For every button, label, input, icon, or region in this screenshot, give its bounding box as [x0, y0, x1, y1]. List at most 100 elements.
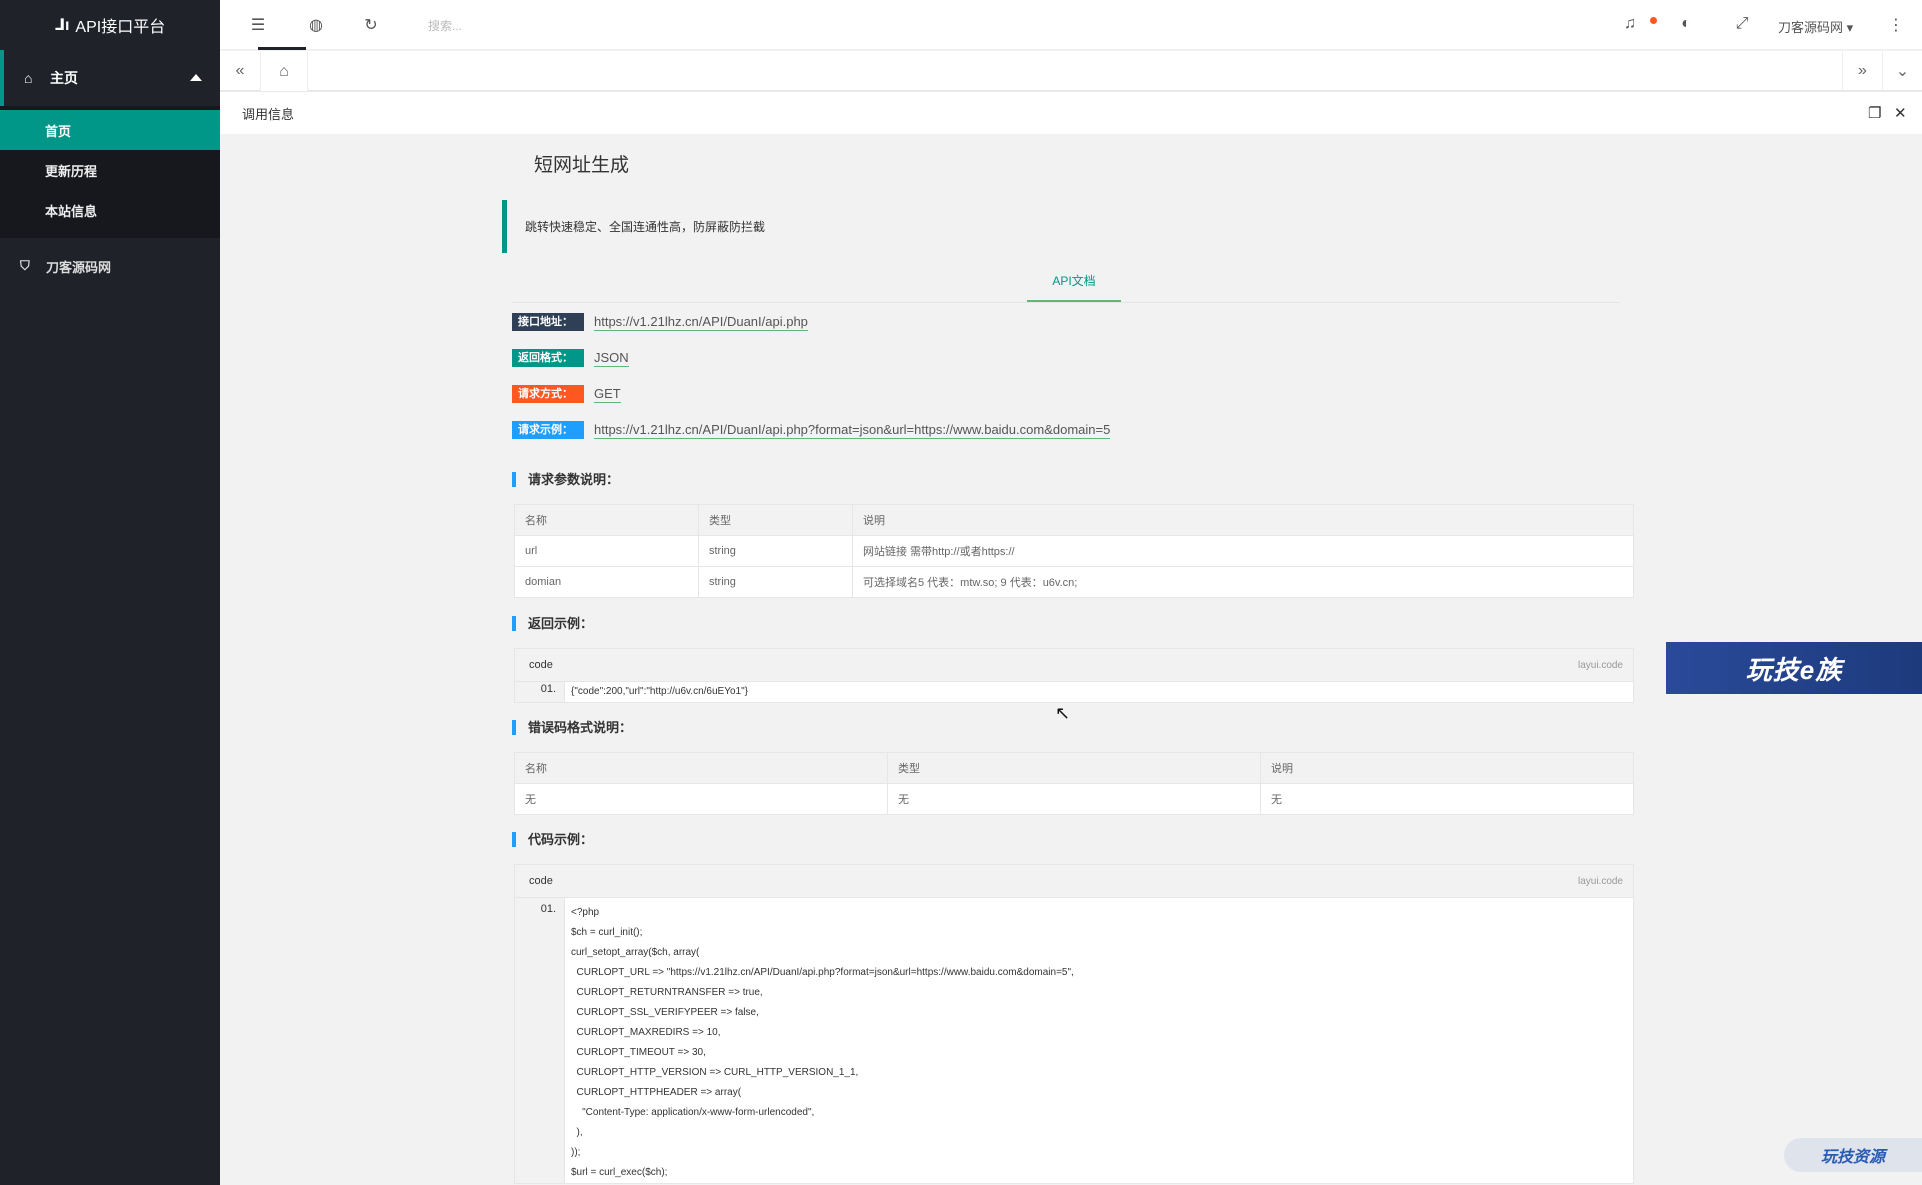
example-badge: 请求示例：: [512, 421, 584, 439]
table-header: 说明: [1260, 752, 1634, 784]
params-table: 名称 类型 说明 url string 网站链接 需带http://或者http…: [514, 504, 1634, 598]
user-menu[interactable]: 刀客源码网 ▾: [1778, 17, 1853, 36]
header-active-indicator: [258, 47, 306, 50]
promo-banner[interactable]: 玩技e族: [1666, 642, 1922, 694]
bell-icon[interactable]: ♫: [1620, 15, 1640, 33]
sidebar: ⅃ı API接口平台 ⌂ 主页 首页 更新历程 本站信息 ⛉ 刀客源码网: [0, 0, 220, 1185]
globe-icon[interactable]: ◍: [306, 15, 326, 35]
code-line: <?php: [571, 907, 600, 918]
method-badge: 请求方式：: [512, 385, 584, 403]
table-row: url string 网站链接 需带http://或者https://: [514, 535, 1634, 567]
tabs-scroll-right-icon[interactable]: »: [1842, 51, 1882, 91]
code-line: {"code":200,"url":"http://u6v.cn/6uEYo1"…: [571, 686, 748, 697]
mouse-cursor-icon: ↖: [1055, 703, 1071, 723]
api-description: 跳转快速稳定、全国连通性高，防屏蔽防拦截: [502, 200, 1620, 253]
code-lines: {"code":200,"url":"http://u6v.cn/6uEYo1"…: [565, 682, 748, 702]
code-label: code: [529, 875, 553, 887]
section-params: 请求参数说明：: [512, 472, 619, 487]
code-line: $ch = curl_init();: [571, 927, 643, 938]
endpoint-badge: 接口地址：: [512, 313, 584, 331]
table-cell: 无: [514, 783, 888, 815]
panel-header: 调用信息 ❐ ✕: [220, 92, 1922, 134]
example-link[interactable]: https://v1.21lhz.cn/API/DuanI/api.php?fo…: [594, 422, 1111, 439]
tab-api-doc[interactable]: API文档: [1027, 266, 1121, 302]
shield-icon: ⛉: [20, 258, 30, 273]
sidebar-item-changelog[interactable]: 更新历程: [0, 150, 220, 190]
table-cell: string: [698, 535, 853, 567]
code-line: CURLOPT_HTTPHEADER => array(: [571, 1087, 742, 1098]
tabs-dropdown-icon[interactable]: ⌄: [1882, 51, 1922, 91]
tabs-scroll-left-icon[interactable]: «: [220, 51, 260, 91]
code-line: CURLOPT_RETURNTRANSFER => true,: [571, 987, 763, 998]
table-row: domian string 可选择域名5 代表：mtw.so; 9 代表：u6v…: [514, 566, 1634, 598]
code-header: code layui.code: [515, 649, 1633, 682]
sidebar-item-label: 首页: [45, 123, 72, 139]
search-input[interactable]: 搜索...: [428, 17, 462, 34]
description-text: 跳转快速稳定、全国连通性高，防屏蔽防拦截: [525, 220, 766, 234]
code-line: CURLOPT_SSL_VERIFYPEER => false,: [571, 1007, 759, 1018]
code-line: CURLOPT_MAXREDIRS => 10,: [571, 1027, 721, 1038]
code-lang: layui.code: [1577, 660, 1623, 671]
code-line: ),: [571, 1127, 583, 1138]
info-example: 请求示例： https://v1.21lhz.cn/API/DuanI/api.…: [512, 421, 1111, 439]
nav-home-label: 主页: [50, 70, 78, 86]
code-line: CURLOPT_URL => "https://v1.21lhz.cn/API/…: [571, 967, 1074, 978]
section-errors: 错误码格式说明：: [512, 720, 632, 735]
sidebar-item-label: 刀客源码网: [46, 259, 112, 275]
code-body: 01. <?php $ch = curl_init(); curl_setopt…: [515, 898, 1633, 1183]
table-cell: 无: [887, 783, 1261, 815]
close-icon[interactable]: ✕: [1894, 104, 1907, 122]
section-return: 返回示例：: [512, 616, 593, 631]
user-name: 刀客源码网: [1778, 20, 1844, 35]
menu-collapse-icon[interactable]: ☰: [248, 15, 268, 35]
table-cell: string: [698, 566, 853, 598]
home-icon: ⌂: [24, 70, 33, 86]
code-line: curl_setopt_array($ch, array(: [571, 947, 700, 958]
theme-icon[interactable]: ◐: [1676, 15, 1696, 33]
caret-up-icon: [190, 74, 202, 81]
sidebar-item-home[interactable]: 首页: [0, 110, 220, 150]
tab-home[interactable]: ⌂: [260, 51, 308, 91]
logo-icon: ⅃ı: [54, 17, 70, 34]
table-cell: 网站链接 需带http://或者https://: [852, 535, 1634, 567]
sidebar-item-label: 更新历程: [45, 163, 98, 179]
code-line: CURLOPT_TIMEOUT => 30,: [571, 1047, 706, 1058]
table-header: 名称: [514, 504, 699, 536]
sidebar-item-daoke[interactable]: ⛉ 刀客源码网: [0, 238, 220, 294]
maximize-icon[interactable]: ❐: [1868, 104, 1881, 122]
page-tabs-bar: « ⌂ » ⌄: [220, 51, 1922, 91]
watermark-badge: 玩技资源: [1784, 1138, 1922, 1172]
app-logo[interactable]: ⅃ı API接口平台: [0, 0, 220, 50]
page-title: 短网址生成: [534, 155, 630, 176]
main-content: 调用信息 ❐ ✕ 短网址生成 跳转快速稳定、全国连通性高，防屏蔽防拦截 API文…: [220, 92, 1922, 1185]
more-vertical-icon[interactable]: ⋮: [1886, 15, 1906, 35]
info-endpoint: 接口地址： https://v1.21lhz.cn/API/DuanI/api.…: [512, 313, 808, 331]
table-cell: 可选择域名5 代表：mtw.so; 9 代表：u6v.cn;: [852, 566, 1634, 598]
refresh-icon[interactable]: ↻: [361, 15, 381, 35]
method-value[interactable]: GET: [594, 386, 621, 403]
code-line: CURLOPT_HTTP_VERSION => CURL_HTTP_VERSIO…: [571, 1067, 859, 1078]
nav-group-home: ⌂ 主页 首页 更新历程 本站信息: [0, 50, 220, 238]
section-sample: 代码示例：: [512, 832, 593, 847]
top-header: ☰ ◍ ↻ 搜索... ♫ ◐ ⤢ 刀客源码网 ▾ ⋮: [220, 0, 1922, 50]
sidebar-item-site-info[interactable]: 本站信息: [0, 190, 220, 230]
app-title: API接口平台: [75, 19, 166, 36]
table-header: 名称: [514, 752, 888, 784]
panel-title: 调用信息: [242, 106, 295, 122]
fullscreen-icon[interactable]: ⤢: [1732, 15, 1752, 33]
table-header-row: 名称 类型 说明: [514, 504, 1634, 536]
endpoint-link[interactable]: https://v1.21lhz.cn/API/DuanI/api.php: [594, 314, 808, 331]
nav-home[interactable]: ⌂ 主页: [0, 50, 220, 106]
code-lines: <?php $ch = curl_init(); curl_setopt_arr…: [565, 898, 1074, 1183]
table-header: 类型: [887, 752, 1261, 784]
info-method: 请求方式： GET: [512, 385, 621, 403]
table-cell: domian: [514, 566, 699, 598]
line-number: 01.: [515, 898, 565, 1183]
nav-submenu: 首页 更新历程 本站信息: [0, 106, 220, 238]
code-line: $url = curl_exec($ch);: [571, 1167, 668, 1178]
table-header-row: 名称 类型 说明: [514, 752, 1634, 784]
format-value[interactable]: JSON: [594, 350, 629, 367]
errors-table: 名称 类型 说明 无 无 无: [514, 752, 1634, 815]
code-lang: layui.code: [1577, 876, 1623, 887]
format-badge: 返回格式：: [512, 349, 584, 367]
